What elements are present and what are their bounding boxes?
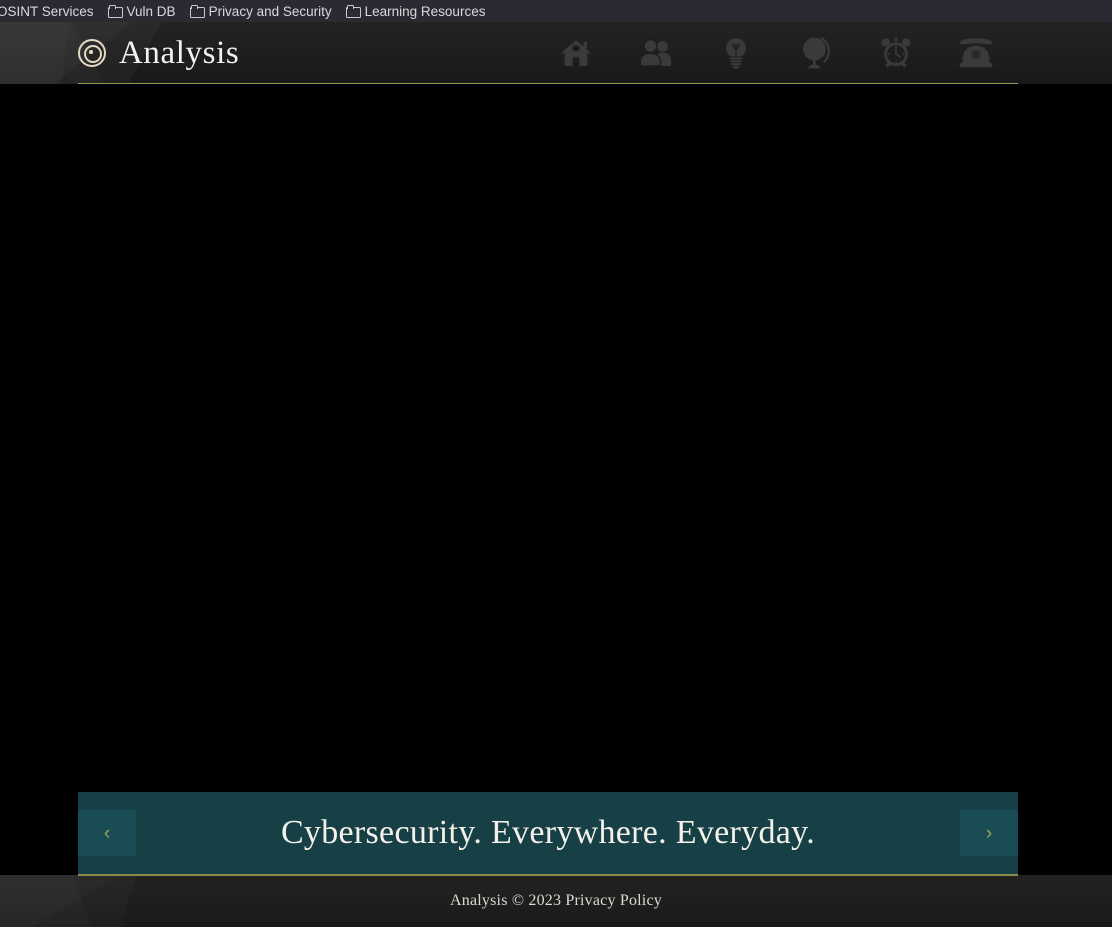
alarm-clock-icon bbox=[881, 37, 911, 68]
bookmark-osint-services[interactable]: OSINT Services bbox=[0, 1, 101, 21]
users-icon bbox=[639, 38, 671, 67]
nav-item-people[interactable] bbox=[616, 26, 696, 80]
main-content-stage bbox=[0, 84, 1112, 874]
page-root: Analysis Cybersecurity. Everywhere. Ever… bbox=[0, 22, 1112, 927]
bookmark-label: OSINT Services bbox=[0, 3, 94, 19]
bookmark-label: Privacy and Security bbox=[208, 3, 332, 19]
hero-slider: Cybersecurity. Everywhere. Everyday. ‹ › bbox=[78, 792, 1018, 874]
browser-bookmarks-bar: OSINT Services Vuln DB Privacy and Secur… bbox=[0, 0, 1112, 22]
nav-item-home[interactable] bbox=[536, 26, 616, 80]
chevron-right-icon: › bbox=[985, 822, 993, 844]
site-footer: Analysis © 2023 Privacy Policy bbox=[0, 875, 1112, 927]
home-icon bbox=[560, 40, 592, 66]
folder-icon bbox=[107, 5, 123, 18]
main-nav bbox=[536, 26, 1016, 80]
footer-copyright[interactable]: Analysis © 2023 Privacy Policy bbox=[0, 875, 1112, 927]
nav-item-alerts[interactable] bbox=[856, 26, 936, 80]
slider-prev-button[interactable]: ‹ bbox=[78, 810, 136, 856]
target-rings-icon bbox=[78, 39, 106, 67]
brand-logo-link[interactable]: Analysis bbox=[78, 34, 240, 71]
lightbulb-icon bbox=[726, 38, 746, 69]
site-header: Analysis bbox=[0, 22, 1112, 84]
bookmark-label: Learning Resources bbox=[364, 3, 486, 19]
folder-icon bbox=[345, 5, 361, 18]
header-accent-rule bbox=[78, 83, 1018, 84]
bookmark-learning-resources[interactable]: Learning Resources bbox=[339, 1, 493, 21]
bookmark-label: Vuln DB bbox=[126, 3, 176, 19]
telephone-icon bbox=[959, 38, 993, 68]
bookmark-vuln-db[interactable]: Vuln DB bbox=[101, 1, 183, 21]
chevron-left-icon: ‹ bbox=[103, 822, 111, 844]
globe-icon bbox=[803, 36, 830, 69]
bookmark-privacy-and-security[interactable]: Privacy and Security bbox=[183, 1, 339, 21]
nav-item-contact[interactable] bbox=[936, 26, 1016, 80]
header-inner: Analysis bbox=[78, 22, 1018, 84]
nav-item-global[interactable] bbox=[776, 26, 856, 80]
hero-accent-rule bbox=[78, 874, 1018, 876]
hero-caption: Cybersecurity. Everywhere. Everyday. bbox=[280, 814, 816, 851]
slider-next-button[interactable]: › bbox=[960, 810, 1018, 856]
hero-slide: Cybersecurity. Everywhere. Everyday. bbox=[78, 792, 1018, 874]
folder-icon bbox=[189, 5, 205, 18]
page-title: Analysis bbox=[119, 34, 240, 71]
nav-item-ideas[interactable] bbox=[696, 26, 776, 80]
